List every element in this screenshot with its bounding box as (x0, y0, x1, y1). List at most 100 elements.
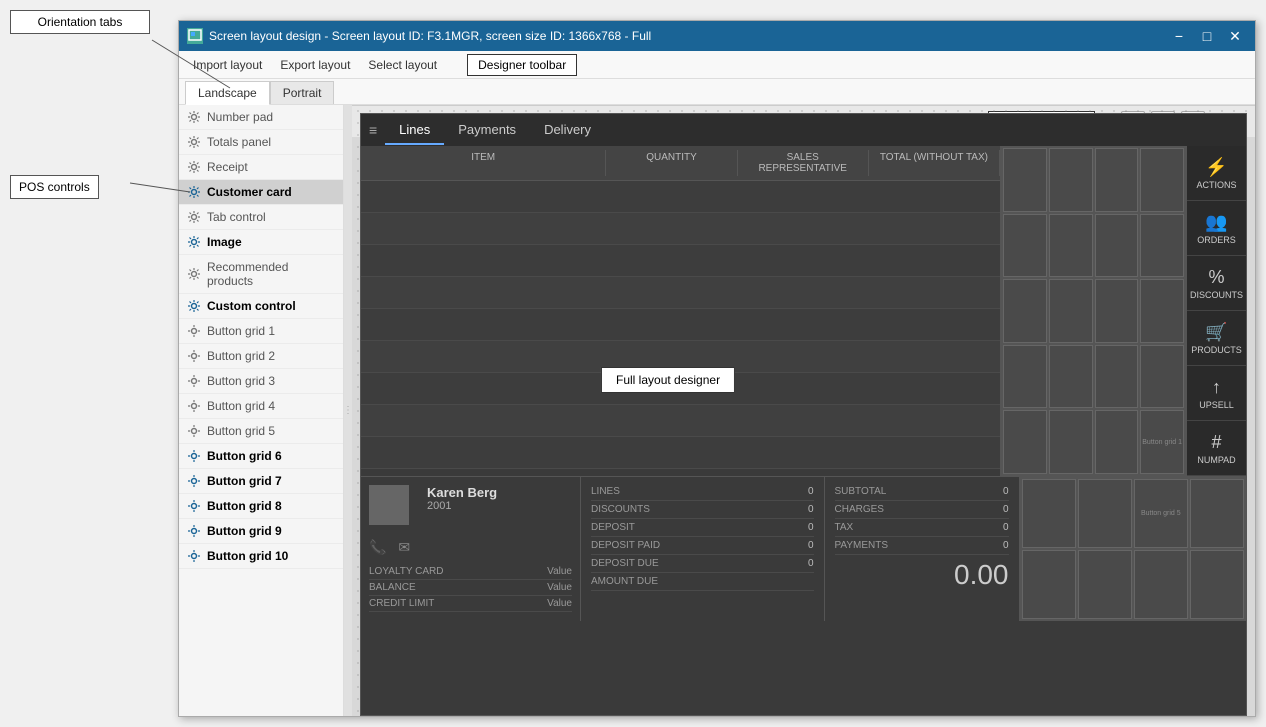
sidebar-item-recommended[interactable]: Recommended products (179, 255, 343, 294)
loyalty-label: LOYALTY CARD (369, 566, 443, 577)
orders-button[interactable]: 👥 ORDERS (1187, 201, 1246, 256)
products-button[interactable]: 🛒 PRODUCTS (1187, 311, 1246, 366)
upsell-button[interactable]: ↑ UPSELL (1187, 366, 1246, 421)
sidebar-item-buttongrid1[interactable]: Button grid 1 (179, 319, 343, 344)
export-layout-menu[interactable]: Export layout (272, 54, 358, 76)
landscape-tab[interactable]: Landscape (185, 81, 270, 105)
table-row (361, 373, 1000, 405)
numpad-button[interactable]: # NUMPAD (1187, 421, 1246, 476)
sidebar-item-customercard[interactable]: Customer card (179, 180, 343, 205)
gear-icon (187, 474, 201, 488)
deposit-value: 0 (808, 522, 814, 533)
gear-icon (187, 549, 201, 563)
credit-limit-value: Value (547, 598, 572, 609)
credit-limit-row: CREDIT LIMIT Value (369, 596, 572, 612)
sidebar-item-buttongrid4[interactable]: Button grid 4 (179, 394, 343, 419)
orientation-tabs-label: Orientation tabs (10, 10, 150, 34)
portrait-tab[interactable]: Portrait (270, 81, 335, 104)
sidebar-item-buttongrid6[interactable]: Button grid 6 (179, 444, 343, 469)
grid-cell (1095, 148, 1139, 212)
big-total-amount: 0.00 (835, 555, 1009, 591)
table-row (361, 277, 1000, 309)
th-quantity: QUANTITY (606, 150, 737, 176)
payments-value: 0 (1003, 540, 1009, 551)
sidebar-item-numberpad[interactable]: Number pad (179, 105, 343, 130)
orders-icon: 👥 (1205, 212, 1227, 233)
sidebar-item-buttongrid3[interactable]: Button grid 3 (179, 369, 343, 394)
gear-icon (187, 299, 201, 313)
pos-tab-delivery[interactable]: Delivery (530, 116, 605, 145)
balance-row: BALANCE Value (369, 580, 572, 596)
designer-area: ≡ Lines Payments Delivery ITEM QUANTITY … (352, 105, 1255, 716)
tax-value: 0 (1003, 522, 1009, 533)
customer-avatar (369, 485, 409, 525)
sidebar-item-buttongrid7[interactable]: Button grid 7 (179, 469, 343, 494)
pos-customer-info: Karen Berg 2001 📞 ✉ LOYALTY CARD Value (361, 477, 581, 621)
grid-cell (1095, 214, 1139, 278)
grid-cell (1003, 279, 1047, 343)
sidebar-item-buttongrid9[interactable]: Button grid 9 (179, 519, 343, 544)
import-layout-menu[interactable]: Import layout (185, 54, 270, 76)
deposit-due-value: 0 (808, 558, 814, 569)
grid-cell (1095, 279, 1139, 343)
hamburger-icon: ≡ (369, 122, 377, 138)
discounts-value: 0 (808, 504, 814, 515)
products-icon: 🛒 (1205, 322, 1227, 343)
sidebar: Number pad Totals panel Receipt Customer… (179, 105, 344, 716)
body-area: Number pad Totals panel Receipt Customer… (179, 105, 1255, 716)
gear-icon (187, 374, 201, 388)
grid-cell (1049, 345, 1093, 409)
minimize-button[interactable]: − (1167, 26, 1191, 46)
gear-icon-active (187, 185, 201, 199)
bottom-grid-cell (1190, 479, 1244, 548)
sidebar-resize-handle[interactable]: ⋮ (344, 105, 352, 716)
pos-lines-summary: LINES 0 DISCOUNTS 0 DEPOSIT 0 DEPOSIT (581, 477, 825, 621)
loyalty-card-row: LOYALTY CARD Value (369, 564, 572, 580)
sidebar-item-tabcontrol[interactable]: Tab control (179, 205, 343, 230)
sidebar-item-image[interactable]: Image (179, 230, 343, 255)
middle-button-grid: Button grid 1 (1001, 146, 1186, 476)
gear-icon (187, 267, 201, 281)
pos-table-header: ITEM QUANTITY SALES REPRESENTATIVE TOTAL… (361, 146, 1000, 181)
gear-icon (187, 349, 201, 363)
discounts-button[interactable]: % DISCOUNTS (1187, 256, 1246, 311)
customer-id: 2001 (427, 500, 497, 512)
sidebar-item-buttongrid8[interactable]: Button grid 8 (179, 494, 343, 519)
select-layout-menu[interactable]: Select layout (360, 54, 445, 76)
discounts-label: DISCOUNTS (591, 504, 650, 515)
actions-button[interactable]: ⚡ ACTIONS (1187, 146, 1246, 201)
payments-label: PAYMENTS (835, 540, 889, 551)
close-button[interactable]: ✕ (1223, 26, 1247, 46)
balance-value: Value (547, 582, 572, 593)
credit-limit-label: CREDIT LIMIT (369, 598, 434, 609)
grid-cell (1140, 279, 1184, 343)
bottom-grid-cell (1134, 550, 1188, 619)
table-row (361, 309, 1000, 341)
grid-cell (1095, 410, 1139, 474)
sidebar-item-buttongrid10[interactable]: Button grid 10 (179, 544, 343, 569)
tax-row: TAX 0 (835, 519, 1009, 537)
deposit-paid-row: DEPOSIT PAID 0 (591, 537, 814, 555)
tax-label: TAX (835, 522, 854, 533)
amount-due-row: AMOUNT DUE (591, 573, 814, 591)
window-title: Screen layout design - Screen layout ID:… (209, 29, 651, 43)
gear-icon (187, 524, 201, 538)
sidebar-item-receipt[interactable]: Receipt (179, 155, 343, 180)
pos-tab-payments[interactable]: Payments (444, 116, 530, 145)
th-item: ITEM (361, 150, 606, 176)
sidebar-item-buttongrid5[interactable]: Button grid 5 (179, 419, 343, 444)
pos-totals: SUBTOTAL 0 CHARGES 0 TAX 0 PAYMENTS (825, 477, 1020, 621)
pos-preview: ≡ Lines Payments Delivery ITEM QUANTITY … (360, 113, 1247, 716)
loyalty-value: Value (547, 566, 572, 577)
pos-tab-lines[interactable]: Lines (385, 116, 444, 145)
sidebar-item-totalspanel[interactable]: Totals panel (179, 130, 343, 155)
gear-icon (187, 135, 201, 149)
maximize-button[interactable]: □ (1195, 26, 1219, 46)
main-window: Screen layout design - Screen layout ID:… (178, 20, 1256, 717)
sidebar-item-customcontrol[interactable]: Custom control (179, 294, 343, 319)
pos-right-actions: ⚡ ACTIONS 👥 ORDERS % DISCOUNTS 🛒 (1186, 146, 1246, 476)
customer-name: Karen Berg (427, 485, 497, 500)
grid-cell (1140, 214, 1184, 278)
sidebar-item-buttongrid2[interactable]: Button grid 2 (179, 344, 343, 369)
charges-row: CHARGES 0 (835, 501, 1009, 519)
